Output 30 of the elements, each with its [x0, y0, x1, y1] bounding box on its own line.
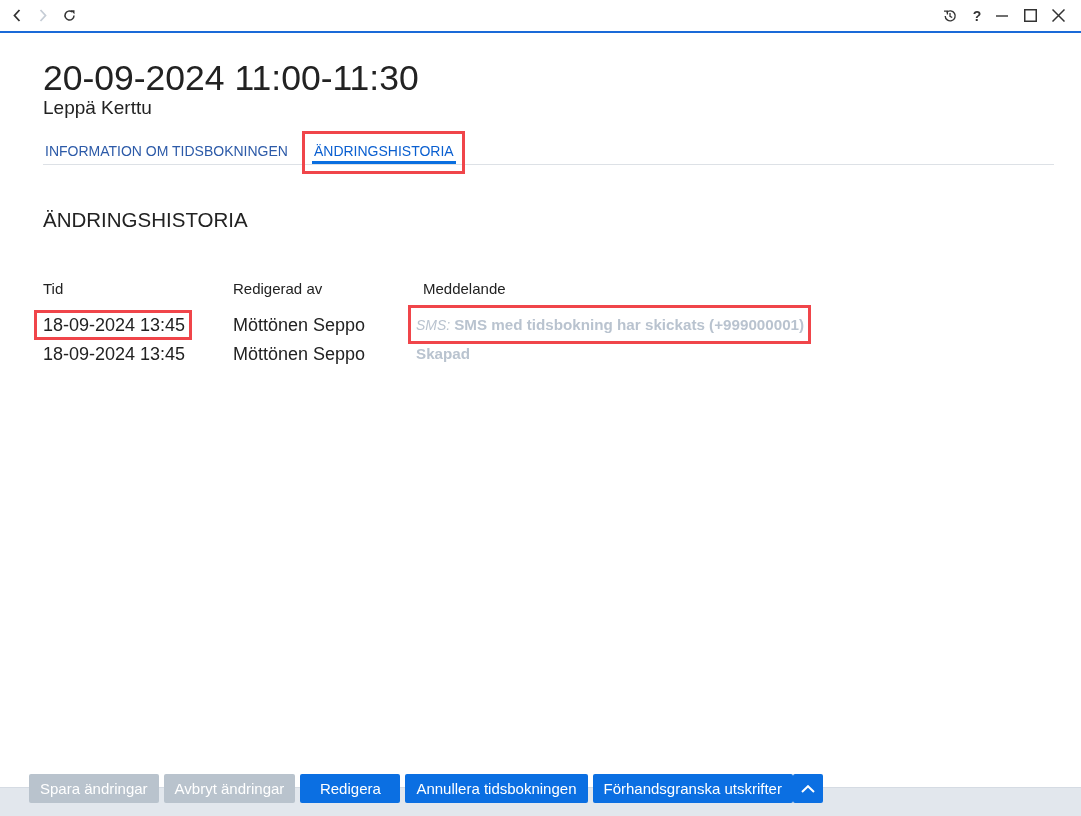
- page-title: 20-09-2024 11:00-11:30: [43, 57, 419, 99]
- message-prefix: SMS:: [416, 316, 451, 335]
- chevron-right-icon: [39, 9, 47, 22]
- column-header: Redigerad av: [233, 280, 323, 299]
- minimize-icon: [996, 14, 1008, 17]
- message-text: SMS med tidsbokning har skickats (+999000001): [454, 315, 805, 335]
- editor-cell: Möttönen Seppo: [233, 343, 366, 365]
- tab[interactable]: INFORMATION OM TIDSBOKNINGEN: [43, 136, 290, 164]
- editor-cell: Möttönen Seppo: [233, 314, 366, 336]
- clock-history-icon: [943, 8, 957, 23]
- help-button[interactable]: ?: [971, 7, 983, 24]
- action-button[interactable]: Annullera tidsbokningen: [405, 774, 588, 803]
- patient-name: Leppä Kerttu: [43, 97, 152, 119]
- close-icon: [1051, 9, 1065, 22]
- reload-icon: [62, 9, 76, 22]
- column-header: Tid: [43, 280, 64, 299]
- maximize-icon: [1023, 9, 1037, 22]
- chevron-left-icon: [13, 9, 21, 22]
- action-button[interactable]: Förhandsgranska utskrifter: [592, 774, 793, 803]
- time-cell: 18-09-2024 13:45: [43, 343, 186, 365]
- section-title: ÄNDRINGSHISTORIA: [43, 207, 248, 233]
- more-actions-button[interactable]: [792, 774, 823, 803]
- action-button[interactable]: Redigera: [300, 774, 401, 803]
- close-button[interactable]: [1049, 6, 1067, 25]
- chevron-up-icon: [800, 784, 815, 793]
- tab[interactable]: ÄNDRINGSHISTORIA: [311, 136, 456, 164]
- maximize-button[interactable]: [1021, 6, 1039, 25]
- column-header: Meddelande: [423, 280, 506, 299]
- time-cell: 18-09-2024 13:45: [43, 314, 186, 336]
- message-text: Skapad: [416, 344, 471, 364]
